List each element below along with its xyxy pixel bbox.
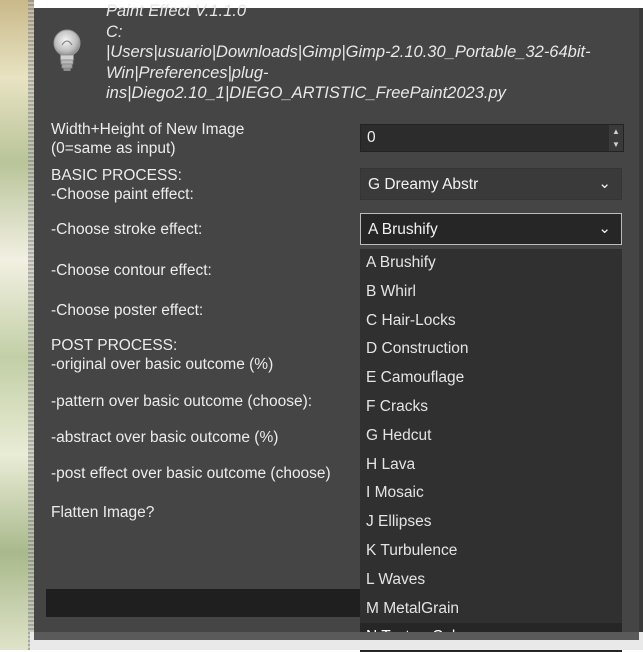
- dropdown-item[interactable]: C Hair-Locks: [360, 307, 622, 336]
- dropdown-item[interactable]: F Cracks: [360, 393, 622, 422]
- poster-effect-label: -Choose poster effect:: [51, 302, 204, 319]
- chevron-down-icon: ⌄: [598, 175, 611, 192]
- plugin-dialog: Paint Effect V.1.1.0 C: |Users|usuario|D…: [34, 2, 643, 652]
- abstract-over-label: -abstract over basic outcome (%): [51, 429, 279, 446]
- dropdown-item[interactable]: D Construction: [360, 335, 622, 364]
- dropdown-item[interactable]: G Hedcut: [360, 422, 622, 451]
- dropdown-item[interactable]: A Brushify: [360, 249, 622, 278]
- spin-arrows[interactable]: ▲ ▼: [609, 125, 623, 151]
- size-value[interactable]: 0: [367, 129, 376, 147]
- original-over-label: -original over basic outcome (%): [51, 356, 274, 373]
- dropdown-item[interactable]: B Whirl: [360, 278, 622, 307]
- dropdown-item[interactable]: M MetalGrain: [360, 595, 622, 624]
- dropdown-item[interactable]: H Lava: [360, 451, 622, 480]
- size-hint-label: (0=same as input): [51, 140, 176, 157]
- stroke-effect-select[interactable]: A Brushify ⌄: [360, 213, 622, 245]
- paint-effect-label: -Choose paint effect:: [51, 186, 194, 203]
- stroke-effect-value: A Brushify: [368, 221, 438, 238]
- bottom-text-field[interactable]: [46, 589, 360, 617]
- plugin-path-line: |Users|usuario|Downloads|Gimp|Gimp-2.10.…: [106, 43, 591, 61]
- plugin-path-line: ins|Diego2.10_1|DIEGO_ARTISTIC_FreePaint…: [106, 84, 506, 102]
- background-photo-strip: [0, 0, 34, 650]
- dropdown-item[interactable]: I Mosaic: [360, 479, 622, 508]
- flatten-label: Flatten Image?: [51, 504, 155, 521]
- size-label: Width+Height of New Image: [51, 121, 245, 138]
- paint-effect-value: G Dreamy Abstr: [368, 176, 479, 193]
- stroke-effect-dropdown[interactable]: A Brushify B Whirl C Hair-Locks D Constr…: [360, 249, 622, 652]
- dropdown-item[interactable]: J Ellipses: [360, 508, 622, 537]
- spin-down-icon[interactable]: ▼: [609, 138, 623, 151]
- size-spin-field[interactable]: 0 ▲ ▼: [360, 124, 624, 152]
- post-process-heading: POST PROCESS:: [51, 337, 178, 354]
- plugin-path-line: C:: [106, 22, 123, 41]
- chevron-down-icon: ⌄: [598, 220, 611, 237]
- stroke-effect-label: -Choose stroke effect:: [51, 221, 203, 238]
- contour-effect-label: -Choose contour effect:: [51, 262, 212, 279]
- plugin-path-line: Win|Preferences|plug-: [106, 63, 269, 82]
- bottom-scrollbar-strip: [30, 632, 643, 650]
- pattern-over-label: -pattern over basic outcome (choose):: [51, 393, 313, 410]
- post-effect-label: -post effect over basic outcome (choose): [51, 465, 331, 482]
- dropdown-item[interactable]: L Waves: [360, 566, 622, 595]
- paint-effect-select[interactable]: G Dreamy Abstr ⌄: [360, 168, 622, 200]
- plugin-header: Paint Effect V.1.1.0 C: |Users|usuario|D…: [106, 1, 616, 104]
- spin-up-icon[interactable]: ▲: [609, 125, 623, 138]
- basic-process-heading: BASIC PROCESS:: [51, 167, 182, 184]
- lightbulb-icon: [53, 29, 81, 71]
- dropdown-item[interactable]: E Camouflage: [360, 364, 622, 393]
- plugin-title: Paint Effect V.1.1.0: [106, 2, 247, 20]
- dropdown-item[interactable]: K Turbulence: [360, 537, 622, 566]
